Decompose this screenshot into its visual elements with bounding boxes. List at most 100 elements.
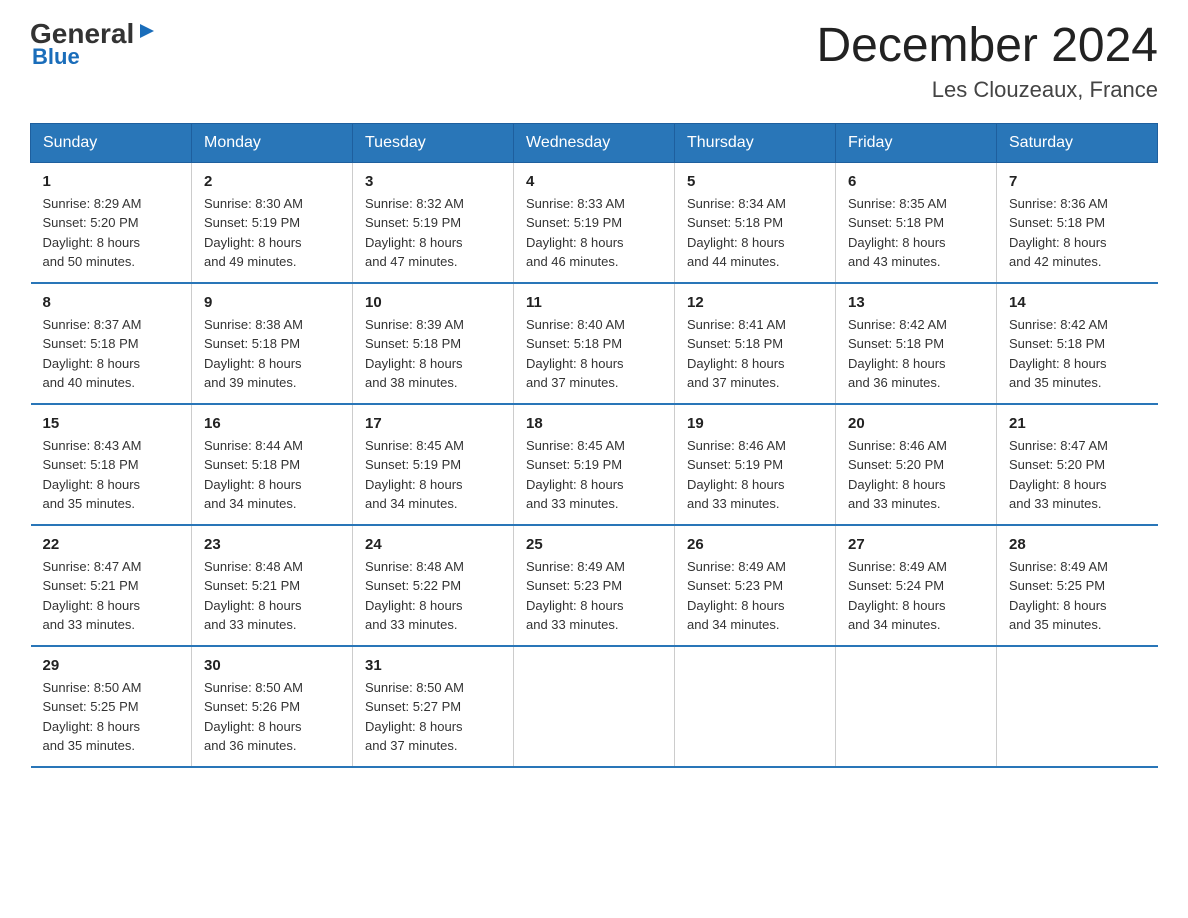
calendar-cell: 13 Sunrise: 8:42 AM Sunset: 5:18 PM Dayli… [836,283,997,404]
day-number: 14 [1009,294,1146,311]
day-info: Sunrise: 8:50 AM Sunset: 5:26 PM Dayligh… [204,678,340,756]
header-day-friday: Friday [836,123,997,162]
day-info: Sunrise: 8:47 AM Sunset: 5:20 PM Dayligh… [1009,436,1146,514]
calendar-cell: 18 Sunrise: 8:45 AM Sunset: 5:19 PM Dayli… [514,404,675,525]
calendar-cell: 12Sunrise: 8:41 AM Sunset: 5:18 PM Dayli… [675,283,836,404]
header-day-sunday: Sunday [31,123,192,162]
calendar-cell: 8 Sunrise: 8:37 AM Sunset: 5:18 PM Daylig… [31,283,192,404]
day-info: Sunrise: 8:47 AM Sunset: 5:21 PM Dayligh… [43,557,180,635]
day-number: 6 [848,173,984,190]
week-row-5: 29Sunrise: 8:50 AM Sunset: 5:25 PM Dayli… [31,646,1158,767]
calendar-cell: 15 Sunrise: 8:43 AM Sunset: 5:18 PM Dayli… [31,404,192,525]
day-info: Sunrise: 8:38 AM Sunset: 5:18 PM Dayligh… [204,315,340,393]
calendar-cell: 28 Sunrise: 8:49 AM Sunset: 5:25 PM Dayli… [997,525,1158,646]
header-row: SundayMondayTuesdayWednesdayThursdayFrid… [31,123,1158,162]
day-number: 22 [43,536,180,553]
day-number: 30 [204,657,340,674]
day-number: 12 [687,294,823,311]
day-number: 25 [526,536,662,553]
calendar-cell: 30 Sunrise: 8:50 AM Sunset: 5:26 PM Dayli… [192,646,353,767]
calendar-table: SundayMondayTuesdayWednesdayThursdayFrid… [30,123,1158,768]
day-number: 16 [204,415,340,432]
day-info: Sunrise: 8:44 AM Sunset: 5:18 PM Dayligh… [204,436,340,514]
day-info: Sunrise: 8:46 AM Sunset: 5:20 PM Dayligh… [848,436,984,514]
day-info: Sunrise: 8:30 AM Sunset: 5:19 PM Dayligh… [204,194,340,272]
calendar-cell: 25 Sunrise: 8:49 AM Sunset: 5:23 PM Dayli… [514,525,675,646]
week-row-2: 8 Sunrise: 8:37 AM Sunset: 5:18 PM Daylig… [31,283,1158,404]
day-number: 9 [204,294,340,311]
calendar-cell: 5 Sunrise: 8:34 AM Sunset: 5:18 PM Daylig… [675,162,836,283]
day-number: 19 [687,415,823,432]
day-number: 24 [365,536,501,553]
day-number: 23 [204,536,340,553]
logo-blue-label: Blue [32,44,80,70]
day-number: 28 [1009,536,1146,553]
calendar-cell: 10 Sunrise: 8:39 AM Sunset: 5:18 PM Dayli… [353,283,514,404]
calendar-cell: 22 Sunrise: 8:47 AM Sunset: 5:21 PM Dayli… [31,525,192,646]
day-number: 5 [687,173,823,190]
calendar-cell [675,646,836,767]
day-number: 10 [365,294,501,311]
day-info: Sunrise: 8:37 AM Sunset: 5:18 PM Dayligh… [43,315,180,393]
day-number: 29 [43,657,180,674]
calendar-cell: 26 Sunrise: 8:49 AM Sunset: 5:23 PM Dayli… [675,525,836,646]
day-number: 18 [526,415,662,432]
day-number: 11 [526,294,662,311]
day-info: Sunrise: 8:42 AM Sunset: 5:18 PM Dayligh… [848,315,984,393]
page-title: December 2024 [816,20,1158,73]
day-number: 21 [1009,415,1146,432]
header-day-saturday: Saturday [997,123,1158,162]
day-info: Sunrise: 8:49 AM Sunset: 5:25 PM Dayligh… [1009,557,1146,635]
calendar-cell [836,646,997,767]
header-day-thursday: Thursday [675,123,836,162]
day-info: Sunrise: 8:42 AM Sunset: 5:18 PM Dayligh… [1009,315,1146,393]
day-info: Sunrise: 8:48 AM Sunset: 5:22 PM Dayligh… [365,557,501,635]
day-info: Sunrise: 8:33 AM Sunset: 5:19 PM Dayligh… [526,194,662,272]
calendar-cell: 24 Sunrise: 8:48 AM Sunset: 5:22 PM Dayli… [353,525,514,646]
day-info: Sunrise: 8:49 AM Sunset: 5:24 PM Dayligh… [848,557,984,635]
day-info: Sunrise: 8:49 AM Sunset: 5:23 PM Dayligh… [526,557,662,635]
calendar-cell: 2 Sunrise: 8:30 AM Sunset: 5:19 PM Daylig… [192,162,353,283]
header-day-monday: Monday [192,123,353,162]
day-number: 15 [43,415,180,432]
day-info: Sunrise: 8:34 AM Sunset: 5:18 PM Dayligh… [687,194,823,272]
day-info: Sunrise: 8:45 AM Sunset: 5:19 PM Dayligh… [365,436,501,514]
page-header: General Blue December 2024 Les Clouzeaux… [30,20,1158,103]
calendar-cell: 29Sunrise: 8:50 AM Sunset: 5:25 PM Dayli… [31,646,192,767]
day-info: Sunrise: 8:29 AM Sunset: 5:20 PM Dayligh… [43,194,180,272]
title-block: December 2024 Les Clouzeaux, France [816,20,1158,103]
week-row-1: 1 Sunrise: 8:29 AM Sunset: 5:20 PM Daylig… [31,162,1158,283]
day-info: Sunrise: 8:43 AM Sunset: 5:18 PM Dayligh… [43,436,180,514]
page-subtitle: Les Clouzeaux, France [816,77,1158,103]
day-number: 26 [687,536,823,553]
day-number: 2 [204,173,340,190]
calendar-cell: 16 Sunrise: 8:44 AM Sunset: 5:18 PM Dayli… [192,404,353,525]
calendar-cell [514,646,675,767]
day-info: Sunrise: 8:40 AM Sunset: 5:18 PM Dayligh… [526,315,662,393]
calendar-cell: 7Sunrise: 8:36 AM Sunset: 5:18 PM Daylig… [997,162,1158,283]
day-number: 20 [848,415,984,432]
header-day-tuesday: Tuesday [353,123,514,162]
day-number: 8 [43,294,180,311]
day-number: 1 [43,173,180,190]
calendar-cell: 1 Sunrise: 8:29 AM Sunset: 5:20 PM Daylig… [31,162,192,283]
week-row-4: 22 Sunrise: 8:47 AM Sunset: 5:21 PM Dayli… [31,525,1158,646]
day-number: 13 [848,294,984,311]
calendar-cell: 21 Sunrise: 8:47 AM Sunset: 5:20 PM Dayli… [997,404,1158,525]
day-number: 7 [1009,173,1146,190]
day-info: Sunrise: 8:49 AM Sunset: 5:23 PM Dayligh… [687,557,823,635]
calendar-cell [997,646,1158,767]
calendar-cell: 19Sunrise: 8:46 AM Sunset: 5:19 PM Dayli… [675,404,836,525]
day-number: 27 [848,536,984,553]
calendar-cell: 31Sunrise: 8:50 AM Sunset: 5:27 PM Dayli… [353,646,514,767]
day-number: 3 [365,173,501,190]
day-info: Sunrise: 8:50 AM Sunset: 5:27 PM Dayligh… [365,678,501,756]
calendar-cell: 3Sunrise: 8:32 AM Sunset: 5:19 PM Daylig… [353,162,514,283]
week-row-3: 15 Sunrise: 8:43 AM Sunset: 5:18 PM Dayli… [31,404,1158,525]
day-info: Sunrise: 8:39 AM Sunset: 5:18 PM Dayligh… [365,315,501,393]
day-info: Sunrise: 8:35 AM Sunset: 5:18 PM Dayligh… [848,194,984,272]
day-info: Sunrise: 8:45 AM Sunset: 5:19 PM Dayligh… [526,436,662,514]
calendar-cell: 20 Sunrise: 8:46 AM Sunset: 5:20 PM Dayli… [836,404,997,525]
header-day-wednesday: Wednesday [514,123,675,162]
calendar-cell: 17Sunrise: 8:45 AM Sunset: 5:19 PM Dayli… [353,404,514,525]
